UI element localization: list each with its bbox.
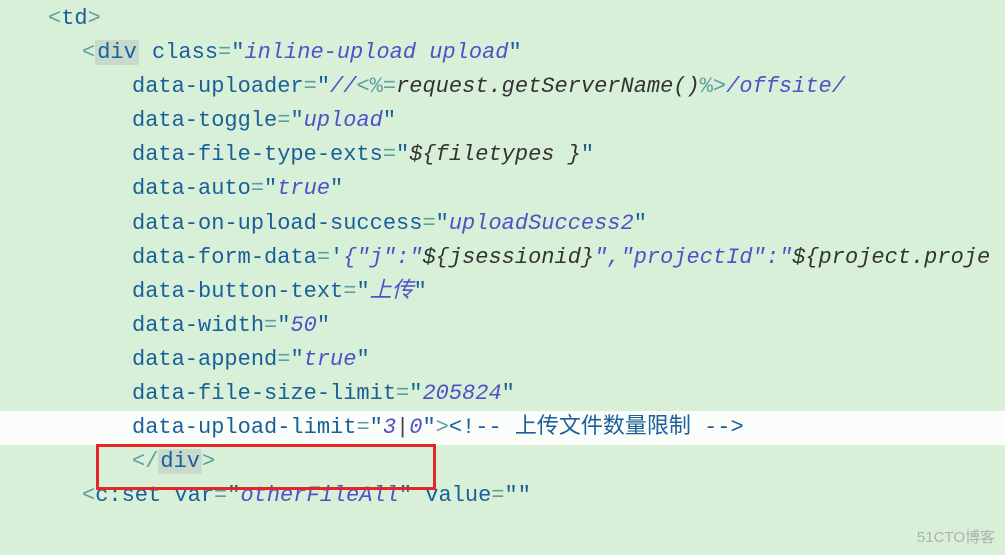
highlighted-line: data-upload-limit="3|0"><!-- 上传文件数量限制 --… [0, 411, 1005, 445]
code-block: <td> <div class="inline-upload upload" d… [0, 0, 1005, 513]
watermark: 51CTO博客 [917, 526, 995, 549]
code-line: data-width="50" [48, 309, 1005, 343]
text-cursor: | [396, 415, 409, 440]
code-line: data-file-type-exts="${filetypes }" [48, 138, 1005, 172]
code-line: data-on-upload-success="uploadSuccess2" [48, 207, 1005, 241]
code-line: </div> [48, 445, 1005, 479]
html-comment: <!-- 上传文件数量限制 --> [449, 415, 744, 440]
code-line: data-auto="true" [48, 172, 1005, 206]
code-line: data-button-text="上传" [48, 275, 1005, 309]
code-line: <c:set var="otherFileAll" value="" [48, 479, 1005, 513]
code-line: data-file-size-limit="205824" [48, 377, 1005, 411]
code-line: data-form-data='{"j":"${jsessionid}","pr… [48, 241, 1005, 275]
code-line: <div class="inline-upload upload" [48, 36, 1005, 70]
code-line: <td> [48, 2, 1005, 36]
code-line: data-toggle="upload" [48, 104, 1005, 138]
code-line: data-append="true" [48, 343, 1005, 377]
code-line: data-uploader="//<%=request.getServerNam… [48, 70, 1005, 104]
